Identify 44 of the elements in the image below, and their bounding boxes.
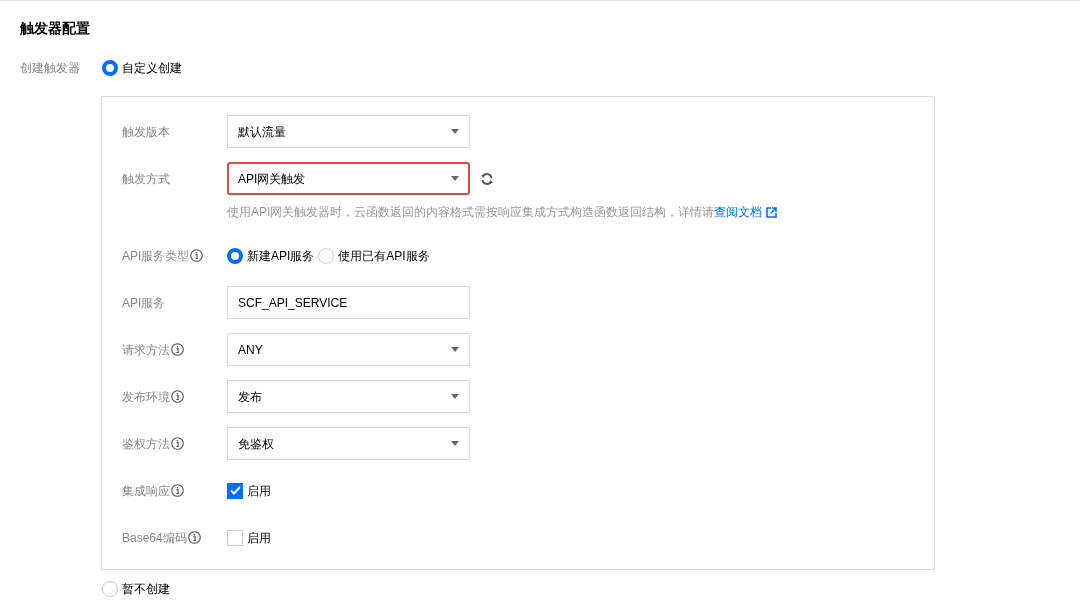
radio-label[interactable]: 新建API服务: [247, 246, 315, 265]
radio-label[interactable]: 使用已有API服务: [338, 246, 430, 265]
dropdown[interactable]: 默认流量: [227, 115, 470, 148]
field-label: API服务类型: [122, 247, 190, 265]
field-label: Base64编码: [122, 529, 187, 547]
field-label: 鉴权方法: [122, 435, 170, 453]
hint-text: 使用API网关触发器时，云函数返回的内容格式需按响应集成方式构造函数返回结构，详情请查阅文档: [227, 204, 763, 221]
caret-icon: [451, 441, 459, 446]
text-field[interactable]: SCF_API_SERVICE: [227, 286, 470, 319]
dropdown[interactable]: ANY: [227, 333, 470, 366]
caret-icon: [451, 129, 459, 134]
info-icon[interactable]: [171, 390, 184, 403]
checkbox-label[interactable]: 启用: [247, 481, 271, 500]
info-icon[interactable]: [187, 531, 201, 544]
info-icon[interactable]: [190, 249, 204, 262]
refresh-icon[interactable]: [480, 171, 494, 186]
radio-button[interactable]: [318, 247, 335, 264]
external-link-icon[interactable]: [766, 206, 778, 218]
caret-icon: [451, 176, 459, 181]
checkbox[interactable]: [227, 529, 243, 546]
dropdown[interactable]: 免鉴权: [227, 427, 470, 460]
info-icon[interactable]: [171, 484, 184, 497]
radio-label[interactable]: 暂不创建: [122, 580, 170, 598]
field-label: 触发版本: [122, 123, 170, 141]
field-label: 触发方式: [122, 170, 170, 188]
field-label: 集成响应: [122, 482, 170, 500]
radio-label[interactable]: 自定义创建: [122, 59, 182, 77]
field-label: 创建触发器: [20, 60, 81, 77]
field-label: API服务: [122, 294, 166, 312]
info-icon[interactable]: [171, 343, 184, 356]
radio-button[interactable]: [102, 581, 118, 597]
field-label: 请求方法: [122, 341, 170, 359]
dropdown[interactable]: API网关触发: [227, 162, 470, 195]
radio-button[interactable]: [102, 60, 118, 76]
dropdown[interactable]: 发布: [227, 380, 470, 413]
docs-link[interactable]: 查阅文档: [714, 205, 763, 219]
caret-icon: [451, 347, 459, 352]
field-label: 发布环境: [122, 388, 170, 406]
radio-button[interactable]: [227, 247, 243, 264]
section-title: 触发器配置: [20, 19, 91, 37]
caret-icon: [451, 394, 459, 399]
info-icon[interactable]: [171, 437, 184, 450]
checkbox-label[interactable]: 启用: [247, 528, 271, 547]
checkbox[interactable]: [227, 482, 243, 499]
